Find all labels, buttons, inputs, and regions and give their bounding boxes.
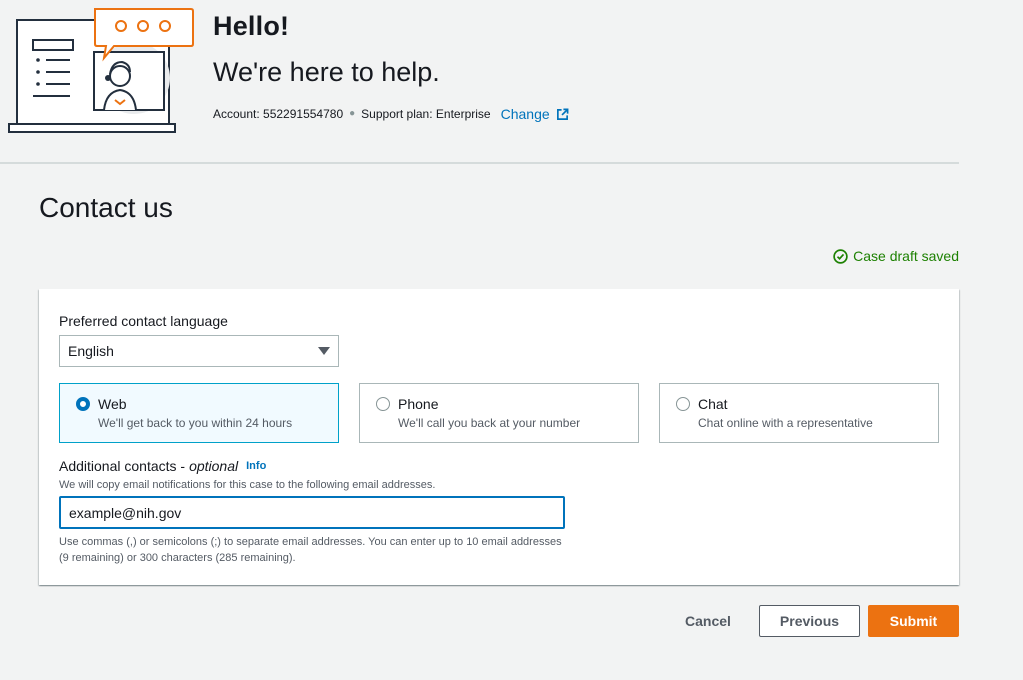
tile-description: Chat online with a representative (698, 416, 873, 430)
tile-description: We'll call you back at your number (398, 416, 581, 430)
page-title: Contact us (39, 192, 173, 223)
check-circle-icon (833, 248, 848, 264)
additional-contacts-input[interactable]: example@nih.gov (59, 496, 565, 529)
change-link-label: Change (500, 106, 550, 122)
previous-button[interactable]: Previous (759, 605, 860, 637)
hero-subtitle: We're here to help. (213, 57, 440, 87)
contact-method-web[interactable]: Web We'll get back to you within 24 hour… (59, 383, 339, 443)
tile-description: We'll get back to you within 24 hours (98, 416, 293, 430)
contacts-label-text: Additional contacts - (59, 458, 186, 474)
hero-text: Hello! We're here to help. Account: 5522… (213, 10, 569, 122)
support-agent-illustration (8, 8, 194, 133)
language-select[interactable]: English (59, 335, 339, 367)
tile-title: Phone (398, 396, 439, 412)
phone-radio[interactable] (376, 397, 390, 411)
language-label: Preferred contact language (59, 313, 228, 329)
caret-down-icon (318, 347, 330, 355)
cancel-button[interactable]: Cancel (672, 605, 744, 637)
account-info: Account: 552291554780 ● Support plan: En… (213, 106, 569, 122)
header-divider (0, 162, 959, 164)
hero-header: Hello! We're here to help. Account: 5522… (0, 0, 960, 164)
tile-title: Web (98, 396, 127, 412)
external-link-icon (556, 108, 569, 120)
draft-status-text: Case draft saved (853, 248, 959, 264)
info-link[interactable]: Info (246, 457, 266, 475)
submit-button[interactable]: Submit (868, 605, 959, 637)
support-plan: Support plan: Enterprise (361, 107, 491, 121)
constraint-text: Use commas (,) or semicolons (;) to sepa… (59, 536, 562, 564)
contacts-description: We will copy email notifications for thi… (59, 479, 436, 491)
change-plan-link[interactable]: Change (501, 106, 569, 122)
separator-dot: ● (349, 108, 356, 119)
contact-method-chat[interactable]: Chat Chat online with a representative (659, 383, 939, 443)
chat-radio[interactable] (676, 397, 690, 411)
contact-form-card: Preferred contact language English Web W… (39, 289, 959, 585)
language-selected-value: English (68, 343, 114, 359)
draft-status: Case draft saved (833, 248, 959, 264)
account-id: Account: 552291554780 (213, 107, 344, 121)
hero-title: Hello! (213, 11, 290, 41)
input-value: example@nih.gov (69, 504, 182, 521)
additional-contacts-label: Additional contacts - optional Info (59, 457, 266, 475)
optional-label: optional (189, 458, 239, 474)
contact-method-phone[interactable]: Phone We'll call you back at your number (359, 383, 639, 443)
tile-title: Chat (698, 396, 728, 412)
web-radio[interactable] (76, 397, 90, 411)
